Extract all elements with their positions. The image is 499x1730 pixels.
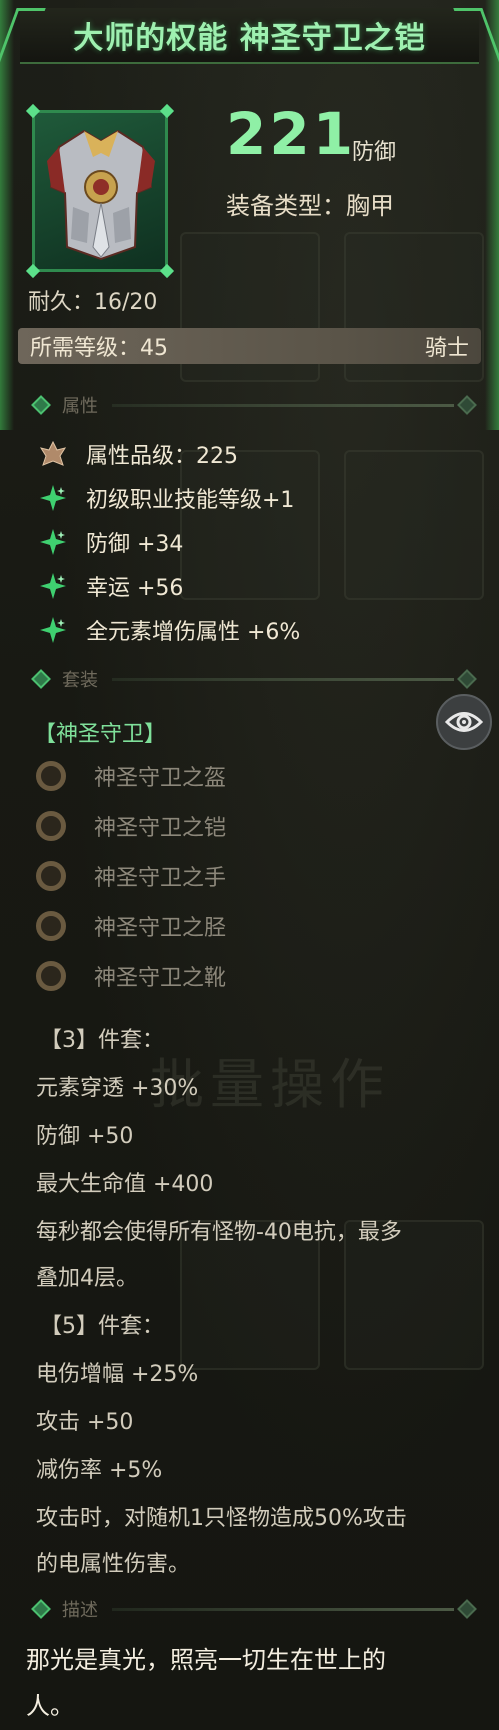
attribute-row: 全元素增伤属性 +6% — [36, 612, 300, 648]
diamond-icon — [457, 395, 477, 415]
set-piece-ring-icon — [36, 761, 66, 791]
divider — [112, 403, 454, 407]
item-tooltip-panel: 批量操作 大师的权能 神圣守卫之铠 221 防御 装备类型：胸甲 耐久：16/2… — [0, 0, 499, 1730]
section-header-description: 描述 — [31, 1594, 477, 1624]
attribute-text: 属性品级：225 — [86, 444, 238, 469]
attribute-row: 防御 +34 — [36, 524, 183, 560]
diamond-icon — [31, 669, 51, 689]
set-piece: 神圣守卫之胫 — [36, 906, 226, 946]
diamond-icon — [457, 1599, 477, 1619]
set-bonus-line: 减伤率 +5% — [36, 1458, 163, 1483]
set-bonus-line: 叠加4层。 — [36, 1266, 138, 1291]
frame-corner — [25, 263, 41, 279]
diamond-icon — [31, 395, 51, 415]
attribute-text: 全元素增伤属性 +6% — [86, 620, 301, 645]
equipment-type: 装备类型：胸甲 — [226, 192, 394, 220]
set-piece-name: 神圣守卫之铠 — [94, 816, 227, 841]
frame-corner — [159, 103, 175, 119]
section-label: 描述 — [62, 1600, 98, 1621]
attribute-row: 初级职业技能等级+1 — [36, 480, 294, 516]
attribute-text: 防御 +34 — [86, 532, 184, 557]
set-piece: 神圣守卫之手 — [36, 856, 226, 896]
item-description-line: 那光是真光，照亮一切生在世上的 — [26, 1646, 386, 1674]
title-bar: 大师的权能 神圣守卫之铠 — [20, 8, 479, 64]
item-title: 大师的权能 神圣守卫之铠 — [73, 21, 426, 56]
set-piece-ring-icon — [36, 811, 66, 841]
set-bonus-line: 每秒都会使得所有怪物-40电抗，最多 — [36, 1220, 402, 1245]
set-bonus-5-title: 【5】件套： — [40, 1314, 164, 1339]
set-bonus-line: 电伤增幅 +25% — [36, 1362, 199, 1387]
item-description-line: 人。 — [26, 1692, 74, 1720]
set-piece: 神圣守卫之靴 — [36, 956, 226, 996]
sparkle-icon — [36, 481, 70, 515]
requirement-bar: 所需等级：45 骑士 — [18, 328, 481, 364]
set-piece: 神圣守卫之铠 — [36, 806, 226, 846]
grade-icon — [36, 437, 70, 471]
item-icon-frame[interactable] — [25, 103, 175, 279]
divider — [112, 1607, 454, 1611]
set-bonus-line: 最大生命值 +400 — [36, 1172, 214, 1197]
set-bonus-line: 的电属性伤害。 — [36, 1552, 191, 1577]
set-name: 【神圣守卫】 — [34, 722, 167, 747]
attribute-row: 属性品级：225 — [36, 436, 238, 472]
section-label: 属性 — [62, 396, 98, 417]
diamond-icon — [457, 669, 477, 689]
set-bonus-line: 元素穿透 +30% — [36, 1076, 199, 1101]
set-piece: 神圣守卫之盔 — [36, 756, 226, 796]
attribute-row: 幸运 +56 — [36, 568, 183, 604]
divider — [112, 677, 454, 681]
background-card — [180, 450, 320, 600]
section-header-attributes: 属性 — [31, 390, 477, 420]
frame-corner — [25, 103, 41, 119]
diamond-icon — [31, 1599, 51, 1619]
attribute-text: 幸运 +56 — [86, 576, 184, 601]
set-piece-ring-icon — [36, 911, 66, 941]
required-level: 所需等级：45 — [30, 336, 168, 361]
durability: 耐久：16/20 — [28, 290, 158, 315]
set-bonus-line: 攻击时，对随机1只怪物造成50%攻击 — [36, 1506, 407, 1531]
eye-button[interactable] — [436, 694, 492, 750]
set-piece-ring-icon — [36, 861, 66, 891]
chest-armor-icon — [47, 129, 155, 261]
sparkle-icon — [36, 569, 70, 603]
set-piece-ring-icon — [36, 961, 66, 991]
defense-value: 221 — [226, 100, 357, 168]
set-bonus-3-title: 【3】件套： — [40, 1028, 164, 1053]
required-class: 骑士 — [424, 336, 469, 361]
set-bonus-line: 攻击 +50 — [36, 1410, 134, 1435]
section-header-set: 套装 — [31, 664, 477, 694]
eye-icon — [445, 712, 483, 732]
sparkle-icon — [36, 613, 70, 647]
set-piece-name: 神圣守卫之盔 — [94, 766, 227, 791]
set-bonus-line: 防御 +50 — [36, 1124, 134, 1149]
defense-label: 防御 — [352, 140, 397, 165]
attribute-text: 初级职业技能等级+1 — [86, 488, 295, 513]
sparkle-icon — [36, 525, 70, 559]
section-label: 套装 — [62, 670, 98, 691]
set-piece-name: 神圣守卫之胫 — [94, 916, 227, 941]
set-piece-name: 神圣守卫之靴 — [94, 966, 227, 991]
set-piece-name: 神圣守卫之手 — [94, 866, 227, 891]
background-card — [344, 450, 484, 600]
